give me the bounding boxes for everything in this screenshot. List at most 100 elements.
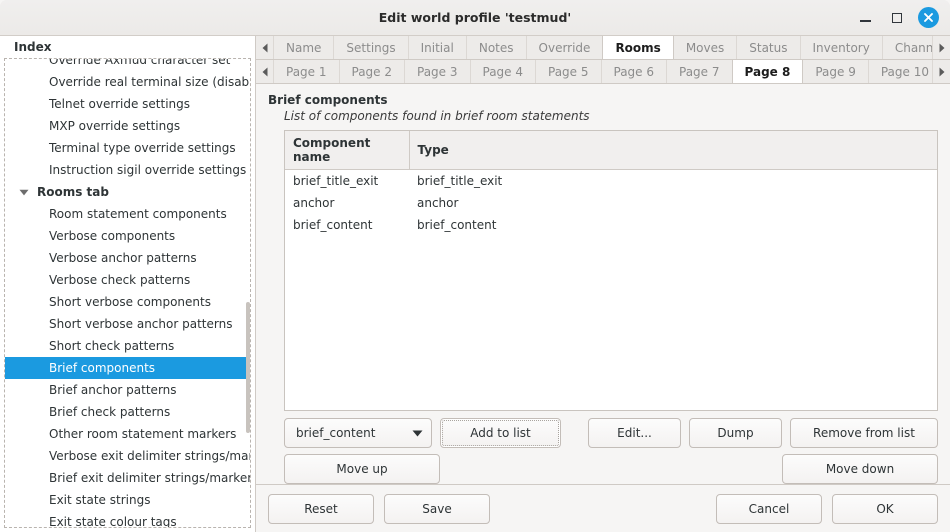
- titlebar[interactable]: Edit world profile 'testmud': [0, 0, 950, 36]
- right-panel: Name Settings Initial Notes Override Rooms Mov…: [256, 36, 950, 532]
- main-tabs-scroll-left-button[interactable]: [256, 36, 274, 59]
- sidebar-item-exit-state-strings[interactable]: Exit state strings: [5, 489, 250, 511]
- tab-channels[interactable]: Channels: [882, 36, 932, 59]
- sidebar-list-container[interactable]: Override Axmud character set Override rea…: [4, 58, 251, 528]
- chevron-right-icon: [939, 67, 944, 76]
- table-row[interactable]: anchor anchor: [285, 192, 937, 214]
- sidebar-item-override-real-terminal-size-disables[interactable]: Override real terminal size (disables: [5, 71, 250, 93]
- column-header-type[interactable]: Type: [409, 131, 937, 170]
- edit-button[interactable]: Edit...: [588, 418, 681, 448]
- edit-world-profile-window: Edit world profile 'testmud' Index Overr…: [0, 0, 950, 532]
- remove-from-list-button[interactable]: Remove from list: [790, 418, 938, 448]
- sidebar-item-brief-check-patterns[interactable]: Brief check patterns: [5, 401, 250, 423]
- tab-page-10[interactable]: Page 10: [868, 60, 932, 83]
- table-header-row: Component name Type: [285, 131, 937, 170]
- sidebar-item-brief-exit-delimiter-strings-marker-p[interactable]: Brief exit delimiter strings/marker p: [5, 467, 250, 489]
- table-row[interactable]: brief_title_exit brief_title_exit: [285, 170, 937, 192]
- close-button[interactable]: [918, 7, 939, 28]
- sidebar-item-verbose-components[interactable]: Verbose components: [5, 225, 250, 247]
- index-sidebar: Index Override Axmud character set Overri…: [0, 36, 256, 532]
- expander-open-icon[interactable]: [17, 185, 31, 199]
- page-tabs-scroll-right-button[interactable]: [932, 60, 950, 83]
- tab-settings[interactable]: Settings: [334, 36, 409, 59]
- move-down-button[interactable]: Move down: [782, 454, 938, 484]
- sidebar-item-brief-components[interactable]: Brief components: [5, 357, 250, 379]
- tab-label: Channels: [894, 40, 932, 55]
- tab-inventory[interactable]: Inventory: [800, 36, 883, 59]
- tab-status[interactable]: Status: [737, 36, 801, 59]
- move-up-button[interactable]: Move up: [284, 454, 440, 484]
- sidebar-item-mxp-override-settings[interactable]: MXP override settings: [5, 115, 250, 137]
- ok-button[interactable]: OK: [832, 493, 938, 524]
- sidebar-item-telnet-override-settings[interactable]: Telnet override settings: [5, 93, 250, 115]
- page-tabs-scroll-left-button[interactable]: [256, 60, 274, 83]
- sidebar-item-short-check-patterns[interactable]: Short check patterns: [5, 335, 250, 357]
- tab-page-9[interactable]: Page 9: [803, 60, 869, 83]
- cell-type: brief_title_exit: [417, 173, 503, 188]
- tab-override[interactable]: Override: [526, 36, 604, 59]
- sidebar-item-label: Terminal type override settings: [49, 141, 236, 155]
- sidebar-scrollbar[interactable]: [246, 59, 250, 527]
- main-tabs-scroll-right-button[interactable]: [932, 36, 950, 59]
- close-icon: [924, 13, 933, 22]
- sidebar-item-short-verbose-components[interactable]: Short verbose components: [5, 291, 250, 313]
- cell-type: anchor: [417, 195, 459, 210]
- window-body: Index Override Axmud character set Overri…: [0, 36, 950, 532]
- tab-page-8[interactable]: Page 8: [731, 60, 804, 83]
- maximize-icon: [892, 12, 902, 23]
- maximize-button[interactable]: [886, 7, 908, 29]
- cancel-button[interactable]: Cancel: [716, 493, 822, 524]
- sidebar-item-terminal-type-override-settings[interactable]: Terminal type override settings: [5, 137, 250, 159]
- page-content: Brief components List of components foun…: [256, 84, 950, 484]
- sidebar-item-label: Instruction sigil override settings: [49, 163, 247, 177]
- page-tabs: Page 1 Page 2 Page 3 Page 4 Page 5 Page 6 Page…: [274, 60, 932, 83]
- components-table-container[interactable]: Component name Type brief_title_exit brie…: [284, 130, 938, 411]
- page-title: Brief components: [268, 93, 388, 107]
- save-button[interactable]: Save: [384, 493, 490, 524]
- column-header-component-name[interactable]: Component name: [285, 131, 410, 170]
- chevron-left-icon: [262, 67, 267, 76]
- sidebar-item-other-room-statement-markers[interactable]: Other room statement markers: [5, 423, 250, 445]
- tab-page-2[interactable]: Page 2: [339, 60, 405, 83]
- sidebar-item-label: Override real terminal size (disables: [49, 75, 250, 89]
- tab-name[interactable]: Name: [274, 36, 335, 59]
- reset-button[interactable]: Reset: [268, 493, 374, 524]
- sidebar-item-override-axmud-character-set[interactable]: Override Axmud character set: [5, 59, 250, 71]
- tab-initial[interactable]: Initial: [408, 36, 467, 59]
- table-body: brief_title_exit brief_title_exit anchor an…: [285, 170, 937, 236]
- tab-page-5[interactable]: Page 5: [536, 60, 602, 83]
- sidebar-item-verbose-anchor-patterns[interactable]: Verbose anchor patterns: [5, 247, 250, 269]
- table-row[interactable]: brief_content brief_content: [285, 214, 937, 236]
- sidebar-item-brief-anchor-patterns[interactable]: Brief anchor patterns: [5, 379, 250, 401]
- tab-label: Moves: [685, 40, 725, 55]
- sidebar-header: Index: [0, 36, 255, 58]
- cell-component-name: anchor: [293, 195, 335, 210]
- tab-label: Notes: [478, 40, 514, 55]
- add-to-list-button[interactable]: Add to list: [440, 418, 561, 448]
- tab-moves[interactable]: Moves: [673, 36, 738, 59]
- sidebar-scrollbar-thumb[interactable]: [246, 302, 250, 434]
- move-action-row: Move up Move down: [284, 454, 938, 484]
- tab-label: Inventory: [812, 40, 870, 55]
- sidebar-item-rooms-tab[interactable]: Rooms tab: [5, 181, 250, 203]
- tab-page-4[interactable]: Page 4: [470, 60, 536, 83]
- tab-page-3[interactable]: Page 3: [405, 60, 471, 83]
- tab-rooms[interactable]: Rooms: [602, 36, 674, 59]
- sidebar-item-room-statement-components[interactable]: Room statement components: [5, 203, 250, 225]
- minimize-button[interactable]: [854, 7, 876, 29]
- tab-page-1[interactable]: Page 1: [274, 60, 340, 83]
- tab-page-7[interactable]: Page 7: [667, 60, 733, 83]
- tab-notes[interactable]: Notes: [466, 36, 527, 59]
- component-select[interactable]: brief_content: [284, 418, 432, 448]
- sidebar-item-verbose-check-patterns[interactable]: Verbose check patterns: [5, 269, 250, 291]
- sidebar-item-instruction-sigil-override-settings[interactable]: Instruction sigil override settings: [5, 159, 250, 181]
- tab-page-6[interactable]: Page 6: [601, 60, 667, 83]
- tab-label: Initial: [420, 40, 454, 55]
- sidebar-item-verbose-exit-delimiter-strings-mark[interactable]: Verbose exit delimiter strings/mark: [5, 445, 250, 467]
- chevron-left-icon: [262, 43, 267, 52]
- main-tabs: Name Settings Initial Notes Override Rooms Mov…: [274, 36, 932, 59]
- dump-button[interactable]: Dump: [689, 418, 782, 448]
- sidebar-item-label: Exit state strings: [49, 493, 151, 507]
- sidebar-item-exit-state-colour-tags[interactable]: Exit state colour tags: [5, 511, 250, 527]
- sidebar-item-short-verbose-anchor-patterns[interactable]: Short verbose anchor patterns: [5, 313, 250, 335]
